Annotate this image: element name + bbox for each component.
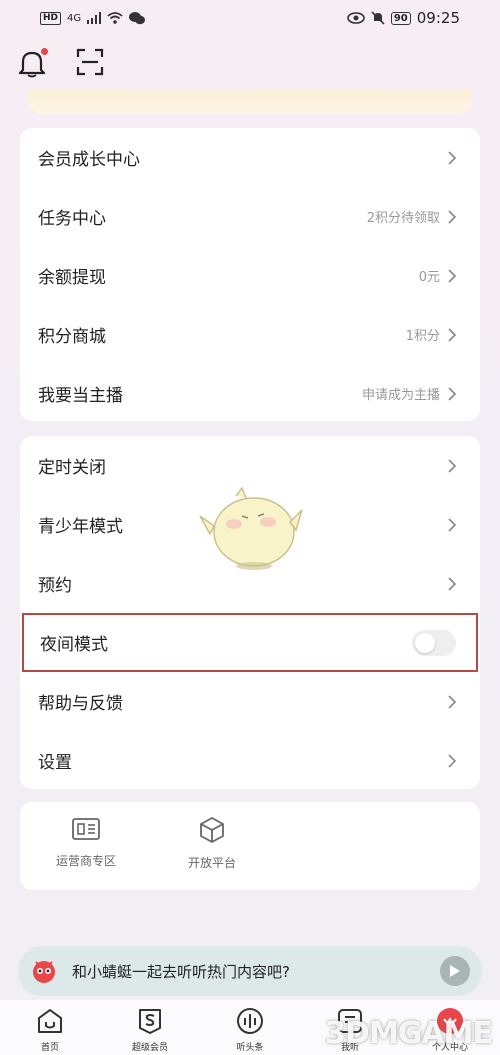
- menu-label: 积分商城: [38, 327, 106, 347]
- play-button[interactable]: [440, 956, 470, 986]
- wifi-icon: [107, 12, 123, 24]
- notification-button[interactable]: [18, 48, 48, 78]
- quick-link-open-platform[interactable]: 开放平台: [172, 816, 252, 871]
- tab-headlines[interactable]: 听头条: [210, 1006, 290, 1053]
- menu-right: 2积分待领取: [367, 207, 458, 226]
- menu-balance-withdraw[interactable]: 余额提现 0元: [20, 246, 480, 305]
- chevron-right-icon: [448, 753, 457, 768]
- tab-label: 个人中心: [431, 1043, 468, 1053]
- vip-banner-strip: [28, 90, 472, 114]
- play-icon: [450, 965, 460, 977]
- quick-links-card: 运营商专区 开放平台: [20, 802, 480, 890]
- chevron-right-icon: [448, 576, 457, 591]
- menu-label: 余额提现: [38, 268, 106, 288]
- operator-card-icon: [72, 818, 100, 840]
- menu-value: 2积分待领取: [366, 211, 440, 226]
- battery-indicator: 90: [390, 11, 411, 25]
- menu-growth-center[interactable]: 会员成长中心: [20, 128, 480, 187]
- tab-label: 我听: [340, 1043, 359, 1053]
- chevron-right-icon: [448, 268, 457, 283]
- menu-right: [440, 150, 458, 165]
- tab-label: 超级会员: [131, 1043, 168, 1053]
- menu-task-center[interactable]: 任务中心 2积分待领取: [20, 187, 480, 246]
- menu-right: 申请成为主播: [362, 384, 458, 403]
- menu-reservation[interactable]: 预约: [20, 554, 480, 613]
- listen-icon: [338, 1009, 362, 1033]
- notification-dot: [41, 48, 48, 55]
- mute-bell-icon: [371, 11, 385, 25]
- menu-label: 帮助与反馈: [38, 694, 123, 714]
- menu-label: 会员成长中心: [38, 150, 140, 170]
- settings-card: 定时关闭 青少年模式 预约 夜间模式 帮助与反馈 设置: [20, 436, 480, 789]
- bottom-tab-bar: 首页 超级会员 听头条 我听 个人中心: [0, 1000, 500, 1055]
- wechat-icon: [129, 11, 146, 24]
- night-mode-toggle[interactable]: [412, 629, 456, 656]
- menu-value: 1积分: [405, 329, 440, 344]
- tab-home[interactable]: 首页: [10, 1006, 90, 1053]
- clock: 09:25: [416, 9, 460, 27]
- menu-teen-mode[interactable]: 青少年模式: [20, 495, 480, 554]
- chevron-right-icon: [448, 209, 457, 224]
- menu-value: 申请成为主播: [361, 388, 440, 403]
- menu-value: 0元: [418, 270, 440, 285]
- menu-night-mode: 夜间模式: [22, 613, 478, 672]
- menu-become-host[interactable]: 我要当主播 申请成为主播: [20, 364, 480, 423]
- tab-label: 听头条: [236, 1043, 264, 1053]
- dragonfly-mascot-icon: [33, 961, 55, 983]
- chevron-right-icon: [448, 458, 457, 473]
- menu-right: 0元: [419, 266, 458, 285]
- menu-help-feedback[interactable]: 帮助与反馈: [20, 672, 480, 731]
- tab-my-listen[interactable]: 我听: [310, 1006, 390, 1053]
- menu-label: 任务中心: [38, 209, 106, 229]
- menu-sleep-timer[interactable]: 定时关闭: [20, 436, 480, 495]
- menu-label: 夜间模式: [40, 635, 108, 655]
- status-bar: HD 4G 90 09:25: [0, 0, 500, 36]
- tab-profile[interactable]: 个人中心: [410, 1006, 490, 1053]
- promo-text: 和小蜻蜓一起去听听热门内容吧?: [72, 962, 290, 981]
- promo-banner[interactable]: 和小蜻蜓一起去听听热门内容吧?: [18, 946, 482, 996]
- chevron-right-icon: [448, 150, 457, 165]
- status-right: 90 09:25: [347, 9, 460, 27]
- quick-link-operator[interactable]: 运营商专区: [46, 816, 126, 871]
- quick-link-label: 运营商专区: [55, 854, 116, 868]
- headline-icon: [237, 1008, 263, 1034]
- menu-label: 定时关闭: [38, 458, 106, 478]
- top-actions: [18, 48, 104, 78]
- menu-label: 设置: [38, 753, 72, 773]
- chevron-right-icon: [448, 386, 457, 401]
- menu-label: 我要当主播: [38, 386, 123, 406]
- chevron-right-icon: [448, 694, 457, 709]
- menu-label: 青少年模式: [38, 517, 123, 537]
- menu-settings[interactable]: 设置: [20, 731, 480, 790]
- scan-icon: [76, 48, 104, 76]
- hd-badge: HD: [40, 11, 62, 25]
- menu-label: 预约: [38, 576, 72, 596]
- tab-super-vip[interactable]: 超级会员: [110, 1006, 190, 1053]
- vip-icon: [139, 1009, 161, 1034]
- profile-icon: [437, 1008, 463, 1034]
- status-left: HD 4G: [40, 11, 146, 25]
- menu-points-mall[interactable]: 积分商城 1积分: [20, 305, 480, 364]
- scan-button[interactable]: [76, 48, 104, 78]
- home-icon: [38, 1009, 62, 1033]
- eye-icon: [347, 12, 365, 24]
- toggle-knob: [415, 632, 435, 653]
- menu-right: 1积分: [406, 325, 458, 344]
- chevron-right-icon: [448, 327, 457, 342]
- growth-card: 会员成长中心 任务中心 2积分待领取 余额提现 0元 积分商城 1积分 我要当主…: [20, 128, 480, 421]
- quick-links: 运营商专区 开放平台: [20, 802, 480, 871]
- chevron-right-icon: [448, 517, 457, 532]
- signal-icon: [87, 12, 102, 24]
- signal-label: 4G: [67, 12, 82, 24]
- cube-icon: [200, 817, 224, 843]
- tab-label: 首页: [40, 1043, 59, 1053]
- quick-link-label: 开放平台: [187, 856, 236, 870]
